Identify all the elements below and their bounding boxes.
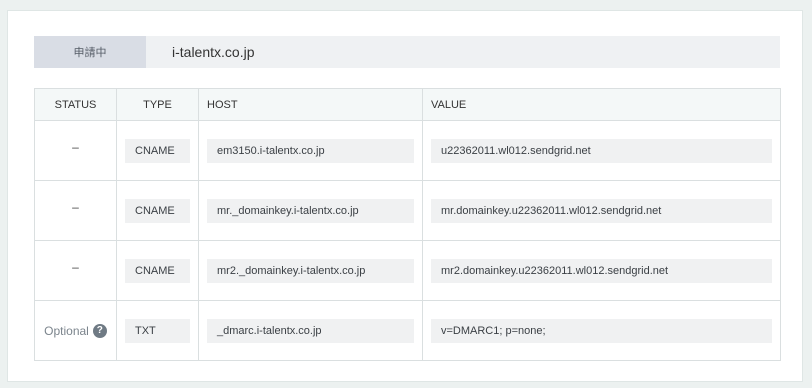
type-field[interactable]: CNAME — [125, 258, 190, 283]
optional-status: Optional ? — [44, 323, 107, 338]
value-cell: mr2.domainkey.u22362011.wl012.sendgrid.n… — [422, 240, 781, 301]
type-field[interactable]: TXT — [125, 318, 190, 343]
column-header-host: HOST — [198, 88, 423, 121]
help-icon[interactable]: ? — [92, 323, 107, 338]
value-field[interactable]: v=DMARC1; p=none; — [431, 318, 772, 343]
table-row: – CNAME mr2._domainkey.i-talentx.co.jp m… — [34, 240, 781, 301]
dns-records-table: STATUS TYPE HOST VALUE – CNAME em3150.i-… — [34, 88, 781, 361]
table-row: – CNAME em3150.i-talentx.co.jp u22362011… — [34, 120, 781, 181]
status-dash: – — [72, 259, 79, 274]
domain-header: 申請中 i-talentx.co.jp — [34, 36, 780, 68]
host-field[interactable]: em3150.i-talentx.co.jp — [207, 138, 414, 163]
table-row: Optional ? TXT _dmarc.i-talentx.co.jp v=… — [34, 300, 781, 361]
type-cell: CNAME — [116, 240, 199, 301]
type-cell: TXT — [116, 300, 199, 361]
host-cell: mr._domainkey.i-talentx.co.jp — [198, 180, 423, 241]
column-header-value: VALUE — [422, 88, 781, 121]
column-header-status: STATUS — [34, 88, 117, 121]
status-cell: – — [34, 120, 117, 181]
optional-label: Optional — [44, 323, 89, 338]
column-header-type: TYPE — [116, 88, 199, 121]
status-cell: – — [34, 180, 117, 241]
host-field[interactable]: mr._domainkey.i-talentx.co.jp — [207, 198, 414, 223]
value-cell: u22362011.wl012.sendgrid.net — [422, 120, 781, 181]
type-cell: CNAME — [116, 180, 199, 241]
type-cell: CNAME — [116, 120, 199, 181]
value-field[interactable]: mr.domainkey.u22362011.wl012.sendgrid.ne… — [431, 198, 772, 223]
value-field[interactable]: mr2.domainkey.u22362011.wl012.sendgrid.n… — [431, 258, 772, 283]
host-field[interactable]: mr2._domainkey.i-talentx.co.jp — [207, 258, 414, 283]
value-cell: v=DMARC1; p=none; — [422, 300, 781, 361]
domain-name: i-talentx.co.jp — [172, 44, 255, 60]
status-dash: – — [72, 139, 79, 154]
table-row: – CNAME mr._domainkey.i-talentx.co.jp mr… — [34, 180, 781, 241]
table-header-row: STATUS TYPE HOST VALUE — [34, 88, 781, 121]
type-field[interactable]: CNAME — [125, 138, 190, 163]
host-cell: _dmarc.i-talentx.co.jp — [198, 300, 423, 361]
type-field[interactable]: CNAME — [125, 198, 190, 223]
status-dash: – — [72, 199, 79, 214]
status-cell: Optional ? — [34, 300, 117, 361]
host-field[interactable]: _dmarc.i-talentx.co.jp — [207, 318, 414, 343]
status-badge: 申請中 — [34, 36, 146, 68]
status-cell: – — [34, 240, 117, 301]
host-cell: em3150.i-talentx.co.jp — [198, 120, 423, 181]
host-cell: mr2._domainkey.i-talentx.co.jp — [198, 240, 423, 301]
value-cell: mr.domainkey.u22362011.wl012.sendgrid.ne… — [422, 180, 781, 241]
dns-records-card: 申請中 i-talentx.co.jp STATUS TYPE HOST VAL… — [7, 10, 803, 382]
value-field[interactable]: u22362011.wl012.sendgrid.net — [431, 138, 772, 163]
